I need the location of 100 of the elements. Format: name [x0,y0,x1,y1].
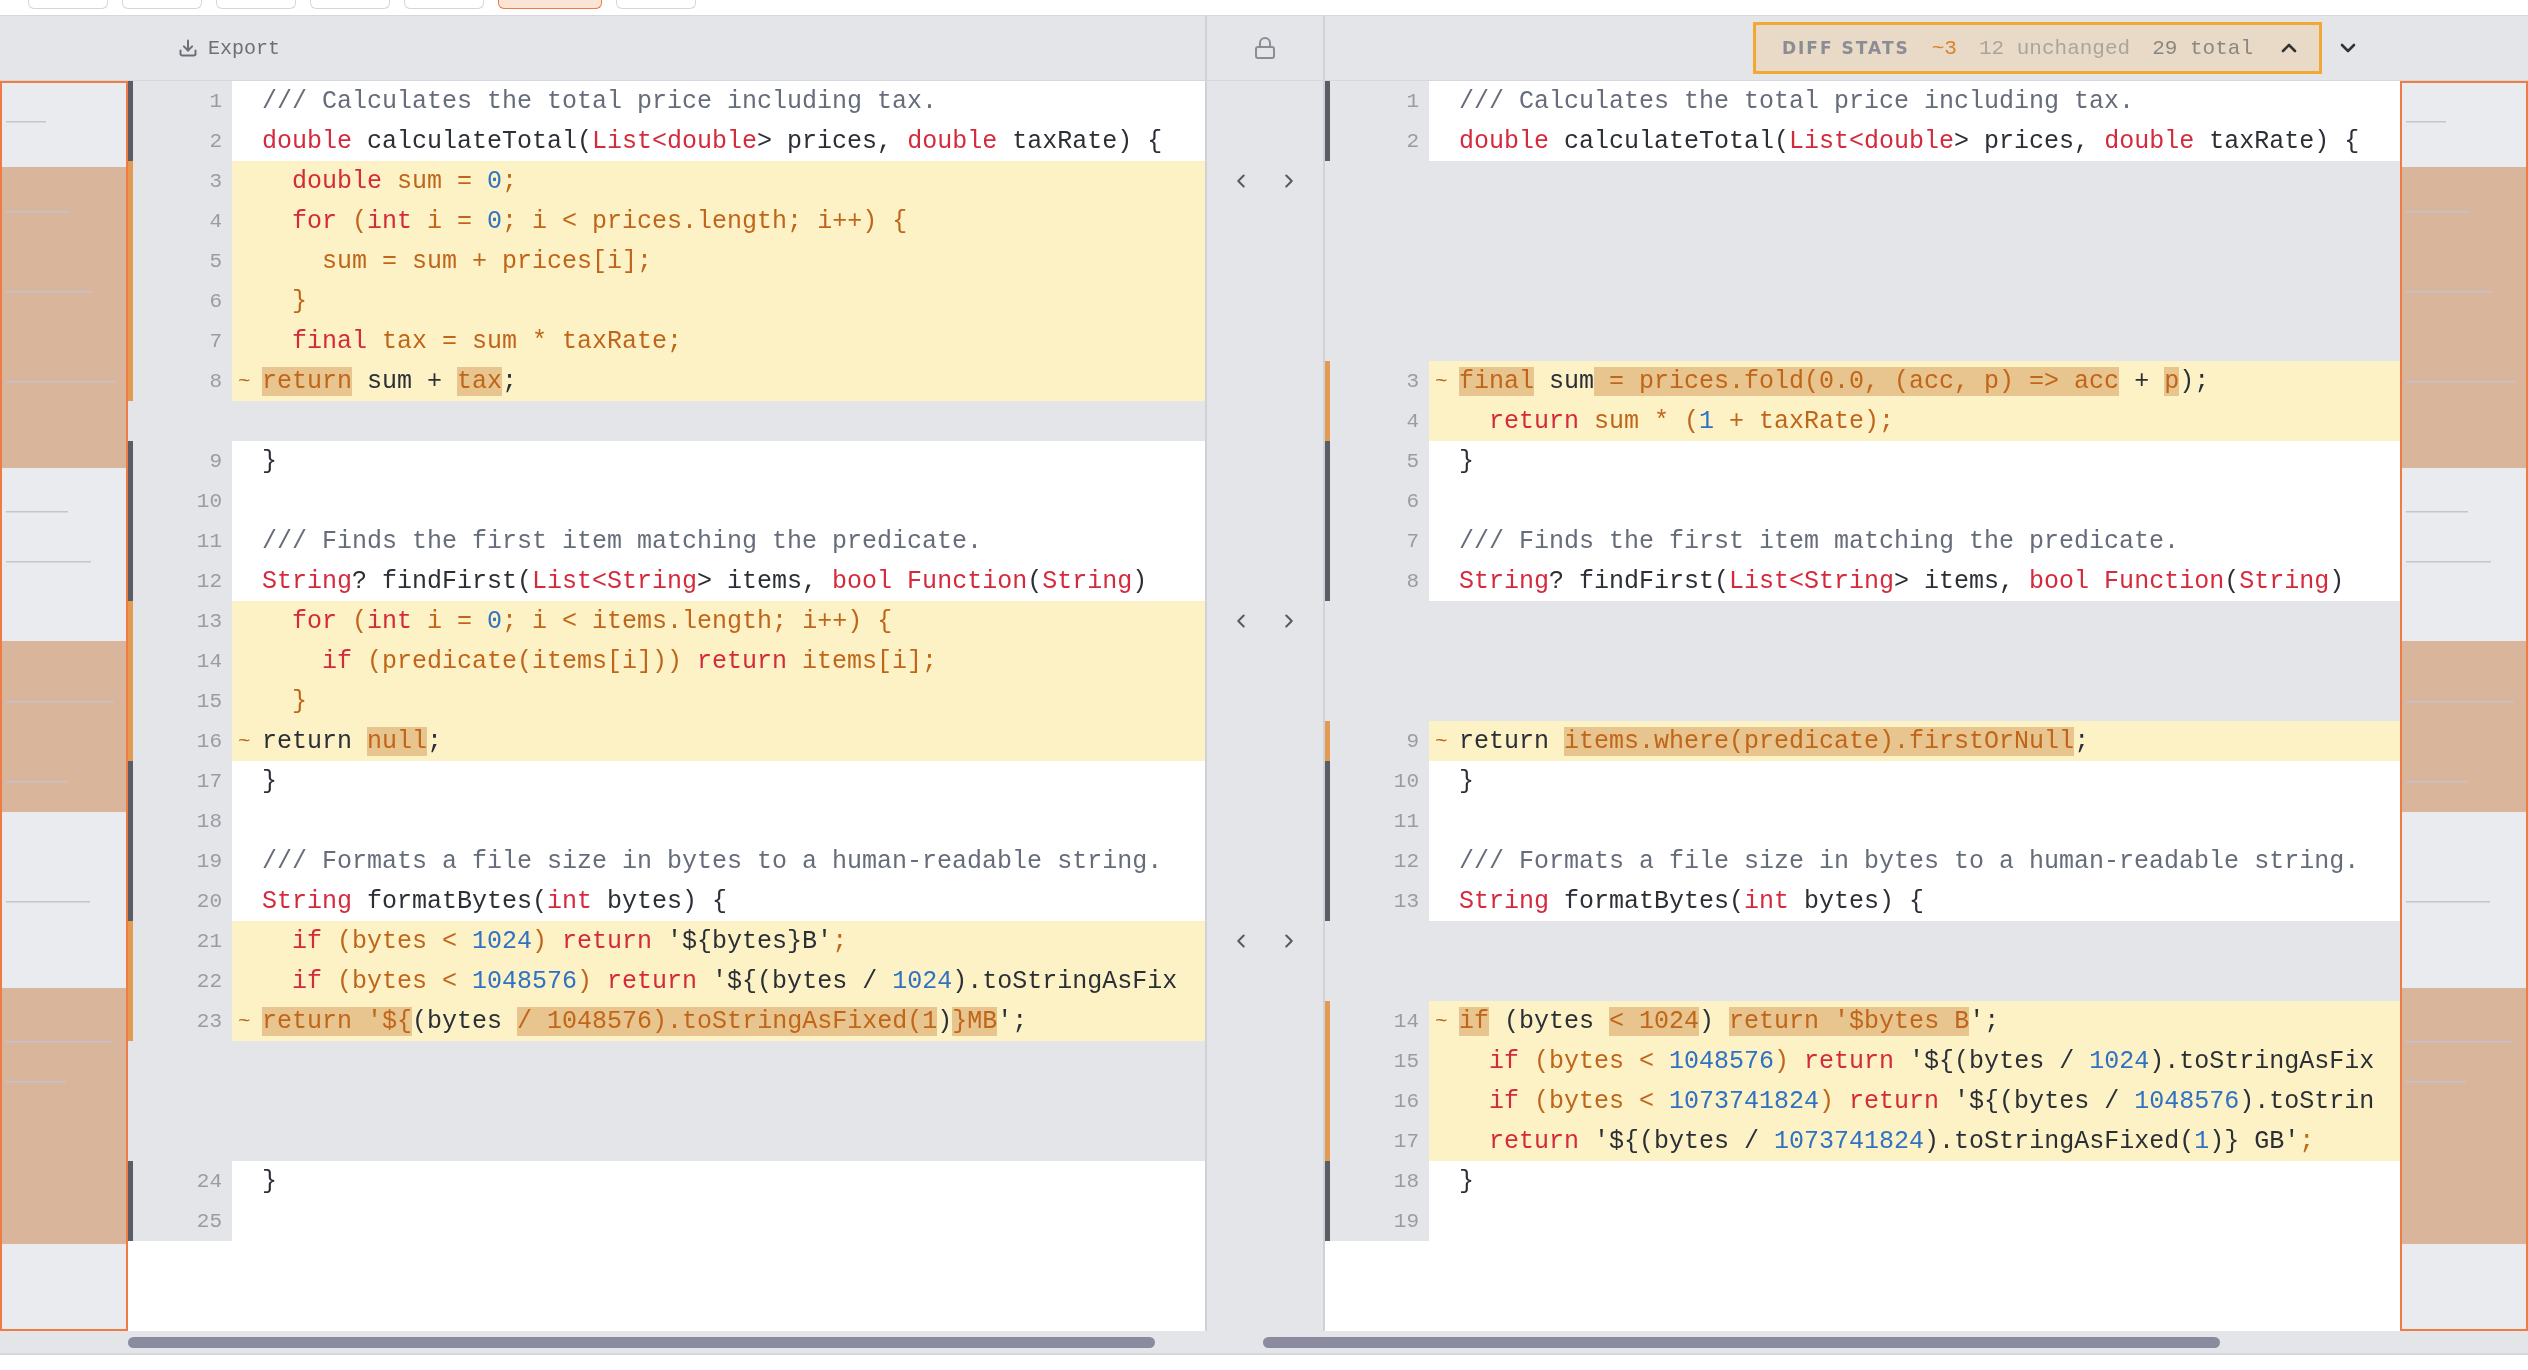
line-number: 1 [209,89,222,113]
line-number: 8 [209,369,222,393]
line-number: 19 [196,849,222,873]
code-line: sum = sum + prices[i]; [321,246,653,276]
line-number: 2 [209,129,222,153]
code-line: } [291,286,307,316]
line-number: 7 [1406,529,1419,553]
minimap-drawing[interactable] [0,81,128,1331]
code-line: double sum = 0; [291,166,518,196]
line-number: 5 [1406,449,1419,473]
line-number: 25 [196,1209,222,1233]
change-marker: ~ [1434,729,1449,753]
line-number: 11 [196,529,222,553]
code-line: /// Finds the first item matching the predicate. [1459,526,2180,556]
code-line: double calculateTotal(List<double> prices, double taxRate) { [1459,126,2360,156]
code-line: for (int i = 0; i < prices.length; i++) { [291,206,908,236]
line-number: 2 [1406,129,1419,153]
line-number: 10 [1393,769,1419,793]
line-number: 4 [1406,409,1419,433]
line-number: 9 [209,449,222,473]
line-number: 17 [196,769,222,793]
change-marker: ~ [237,729,252,753]
code-line: } [1459,766,1474,796]
download-icon [178,38,198,58]
code-line: } [1459,1166,1474,1196]
toolbar-button[interactable] [122,0,202,9]
code-line: double calculateTotal(List<double> prices, double taxRate) { [262,126,1163,156]
code-line: if (predicate(items[i])) return items[i]; [321,646,938,676]
line-number: 9 [1406,729,1419,753]
code-line: /// Calculates the total price including tax. [262,86,938,116]
code-line: if (bytes < 1024) return '${bytes}B'; [291,926,848,956]
line-number: 20 [196,889,222,913]
line-number: 23 [196,1009,222,1033]
minimap-drawing[interactable] [2400,81,2528,1331]
code-line: } [262,766,277,796]
toolbar-button[interactable] [404,0,484,9]
code-line: return sum * (1 + taxRate); [1488,406,1895,436]
modified-count: ~3 [1931,36,1957,60]
change-marker: ~ [1434,1009,1449,1033]
line-number: 7 [209,329,222,353]
code-line: return sum + tax; [262,366,518,396]
line-number: 18 [1393,1169,1419,1193]
scrollbar-thumb[interactable] [1263,1336,2220,1348]
code-line: } [1459,446,1474,476]
code-line: if (bytes < 1048576) return '${(bytes / 1024).toStringAsFix [1488,1046,2375,1076]
line-number: 14 [1393,1009,1419,1033]
line-number: 15 [196,689,222,713]
code-line: } [291,686,307,716]
code-line: } [262,446,277,476]
change-marker: ~ [237,369,252,393]
line-number: 4 [209,209,222,233]
unchanged-count: 12 unchanged [1978,36,2131,60]
code-line: if (bytes < 1024) return '$bytes B'; [1459,1006,2000,1036]
line-number: 16 [1393,1089,1419,1113]
code-line: /// Formats a file size in bytes to a human-readable string. [1459,846,2360,876]
line-number: 3 [209,169,222,193]
line-number: 21 [196,929,222,953]
code-line: if (bytes < 1048576) return '${(bytes / 1024).toStringAsFix [291,966,1178,996]
code-line: for (int i = 0; i < items.length; i++) { [291,606,893,636]
toolbar-button[interactable] [310,0,390,9]
line-number: 8 [1406,569,1419,593]
lock-icon [1253,36,1277,60]
line-number: 5 [209,249,222,273]
line-number: 14 [196,649,222,673]
code-line: String? findFirst(List<String> items, bool Function(String) [1459,566,2345,596]
toolbar-button[interactable] [216,0,296,9]
change-marker: ~ [237,1009,252,1033]
code-line: /// Finds the first item matching the predicate. [262,526,983,556]
code-line: if (bytes < 1073741824) return '${(bytes / 1048576).toStrin [1488,1086,2375,1116]
line-number: 22 [196,969,222,993]
line-number: 17 [1393,1129,1419,1153]
code-line: /// Formats a file size in bytes to a human-readable string. [262,846,1163,876]
code-line: return '${(bytes / 1073741824).toStringAsFixed(1)} GB'; [1488,1126,2315,1156]
toolbar-button[interactable] [498,0,602,9]
stats-label: DIFF STATS [1781,38,1910,58]
export-button[interactable]: Export [172,32,286,64]
code-line: /// Calculates the total price including tax. [1459,86,2135,116]
toolbar-button[interactable] [616,0,696,9]
line-number: 11 [1393,809,1419,833]
line-number: 12 [1393,849,1419,873]
line-number: 18 [196,809,222,833]
code-line: } [262,1166,277,1196]
line-number: 24 [196,1169,222,1193]
code-line: String formatBytes(int bytes) { [262,886,728,916]
scrollbar-thumb[interactable] [128,1336,1155,1348]
line-number: 6 [209,289,222,313]
code-line: return null; [262,726,443,756]
line-number: 15 [1393,1049,1419,1073]
change-marker: ~ [1434,369,1449,393]
line-number: 19 [1393,1209,1419,1233]
line-number: 12 [196,569,222,593]
code-line: String formatBytes(int bytes) { [1459,886,1925,916]
line-number: 1 [1406,89,1419,113]
line-number: 13 [196,609,222,633]
toolbar-button[interactable] [28,0,108,9]
line-number: 3 [1406,369,1419,393]
code-line: String? findFirst(List<String> items, bool Function(String) [262,566,1148,596]
total-count: 29 total [2152,36,2253,60]
line-number: 6 [1406,489,1419,513]
code-line: final tax = sum * taxRate; [291,326,683,356]
